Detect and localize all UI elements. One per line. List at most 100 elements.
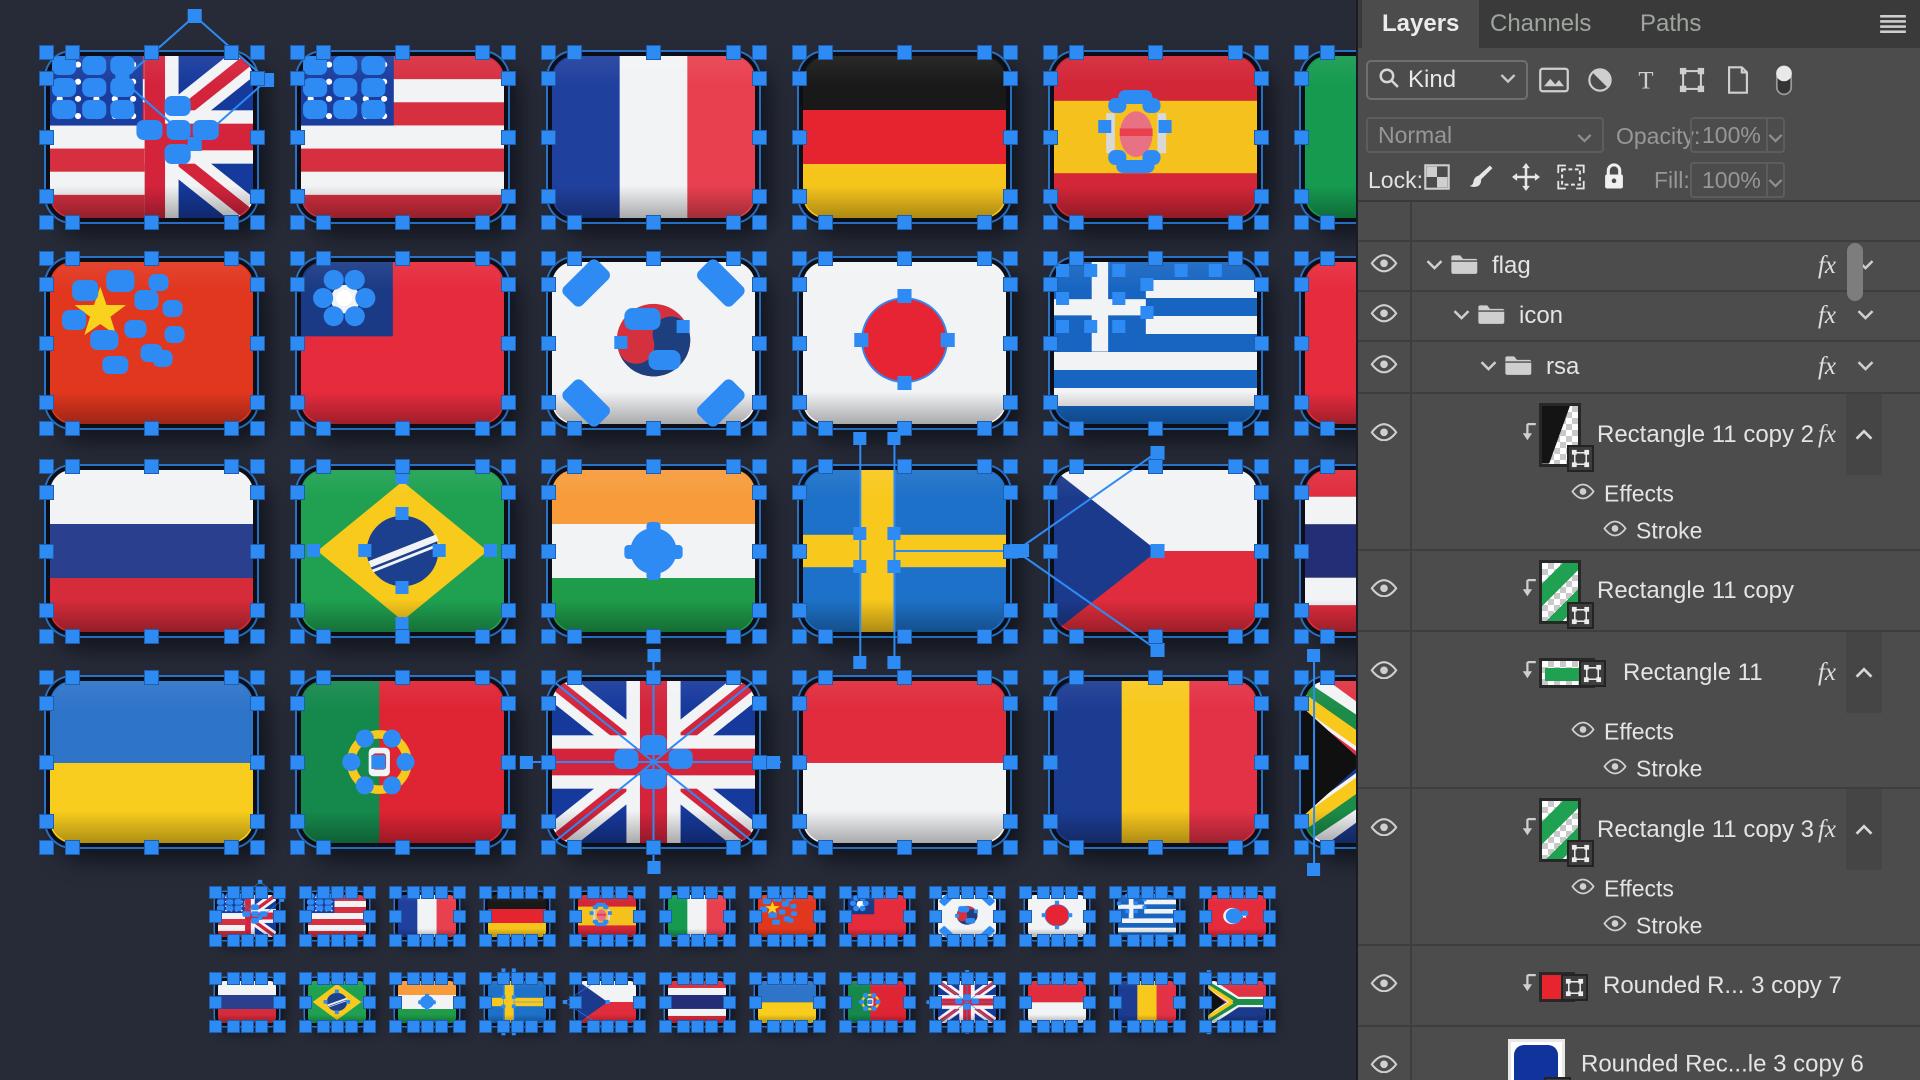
selection-handle[interactable] xyxy=(781,972,794,985)
selection-handle[interactable] xyxy=(389,972,402,985)
layer-effect-row-stroke[interactable]: Stroke xyxy=(1358,751,1920,789)
selection-handle[interactable] xyxy=(977,670,992,685)
selection-handle[interactable] xyxy=(541,71,556,86)
selection-handle[interactable] xyxy=(1254,485,1269,500)
selection-handle[interactable] xyxy=(1254,421,1269,436)
selection-handle[interactable] xyxy=(1003,336,1018,351)
selection-handle[interactable] xyxy=(567,459,582,474)
selection-handle[interactable] xyxy=(993,886,1006,899)
selection-handle[interactable] xyxy=(453,910,466,923)
selection-handle[interactable] xyxy=(1043,755,1058,770)
selection-handle[interactable] xyxy=(646,45,661,60)
selection-handle[interactable] xyxy=(1294,544,1309,559)
selection-handle[interactable] xyxy=(726,840,741,855)
selection-handle[interactable] xyxy=(1109,886,1122,899)
selection-handle[interactable] xyxy=(1199,996,1212,1009)
tab-layers[interactable]: Layers xyxy=(1362,0,1479,48)
flag-tile-es[interactable] xyxy=(1050,52,1261,222)
selection-handle[interactable] xyxy=(795,934,808,947)
selection-handle[interactable] xyxy=(792,395,807,410)
selection-handle[interactable] xyxy=(479,1020,492,1033)
visibility-toggle-icon[interactable] xyxy=(1602,520,1628,541)
layer-effects-badge[interactable]: fx xyxy=(1818,816,1836,844)
selection-handle[interactable] xyxy=(1003,485,1018,500)
selection-handle[interactable] xyxy=(1294,130,1309,145)
selection-handle[interactable] xyxy=(569,934,582,947)
layer-row-rounded-r-3-copy-7[interactable]: Rounded R... 3 copy 7 xyxy=(1358,946,1920,1027)
selection-handle[interactable] xyxy=(475,629,490,644)
selection-handle[interactable] xyxy=(1083,886,1096,899)
layer-effects-badge[interactable]: fx xyxy=(1818,353,1836,381)
shape-filter-icon[interactable] xyxy=(1676,60,1708,100)
selection-handle[interactable] xyxy=(543,972,556,985)
selection-handle[interactable] xyxy=(818,421,833,436)
selection-handle[interactable] xyxy=(749,1020,762,1033)
selection-handle[interactable] xyxy=(1148,45,1163,60)
selection-handle[interactable] xyxy=(1003,45,1018,60)
selection-handle[interactable] xyxy=(395,215,410,230)
selection-handle[interactable] xyxy=(1294,71,1309,86)
selection-handle[interactable] xyxy=(1109,996,1122,1009)
selection-handle[interactable] xyxy=(1254,71,1269,86)
selection-handle[interactable] xyxy=(1127,886,1140,899)
selection-handle[interactable] xyxy=(705,934,718,947)
selection-handle[interactable] xyxy=(1245,972,1258,985)
selection-handle[interactable] xyxy=(646,670,661,685)
selection-handle[interactable] xyxy=(290,336,305,351)
layer-row-rectangle-11[interactable]: Rectangle 11fx xyxy=(1358,632,1920,713)
selection-handle[interactable] xyxy=(726,670,741,685)
selection-handle[interactable] xyxy=(255,886,268,899)
selection-handle[interactable] xyxy=(691,886,704,899)
selection-handle[interactable] xyxy=(792,544,807,559)
selection-handle[interactable] xyxy=(1294,629,1309,644)
selection-handle[interactable] xyxy=(1245,886,1258,899)
flag-tile-ro[interactable] xyxy=(1050,677,1261,847)
selection-handle[interactable] xyxy=(1199,934,1212,947)
selection-handle[interactable] xyxy=(395,670,410,685)
selection-handle[interactable] xyxy=(317,1020,330,1033)
selection-handle[interactable] xyxy=(1083,972,1096,985)
selection-handle[interactable] xyxy=(250,251,265,266)
selection-handle[interactable] xyxy=(395,251,410,266)
flag-tile-cn[interactable] xyxy=(46,258,257,428)
selection-handle[interactable] xyxy=(818,459,833,474)
selection-handle[interactable] xyxy=(961,886,974,899)
selection-handle[interactable] xyxy=(501,71,516,86)
selection-handle[interactable] xyxy=(723,996,736,1009)
selection-handle[interactable] xyxy=(947,886,960,899)
selection-handle[interactable] xyxy=(897,215,912,230)
selection-handle[interactable] xyxy=(1254,277,1269,292)
selection-handle[interactable] xyxy=(407,886,420,899)
selection-handle[interactable] xyxy=(39,459,54,474)
selection-handle[interactable] xyxy=(1043,670,1058,685)
selection-handle[interactable] xyxy=(299,910,312,923)
selection-handle[interactable] xyxy=(501,840,516,855)
visibility-toggle-icon[interactable] xyxy=(1570,878,1596,899)
selection-handle[interactable] xyxy=(543,886,556,899)
selection-handle[interactable] xyxy=(1263,996,1276,1009)
selection-handle[interactable] xyxy=(290,421,305,436)
selection-handle[interactable] xyxy=(1155,934,1168,947)
selection-handle[interactable] xyxy=(691,1020,704,1033)
selection-handle[interactable] xyxy=(290,395,305,410)
flag-tile-ukus[interactable] xyxy=(46,52,257,222)
selection-handle[interactable] xyxy=(1051,972,1064,985)
selection-handle[interactable] xyxy=(290,71,305,86)
selection-handle[interactable] xyxy=(1003,277,1018,292)
selection-handle[interactable] xyxy=(795,886,808,899)
selection-handle[interactable] xyxy=(39,189,54,204)
selection-handle[interactable] xyxy=(633,934,646,947)
selection-handle[interactable] xyxy=(290,130,305,145)
selection-handle[interactable] xyxy=(633,886,646,899)
selection-handle[interactable] xyxy=(39,814,54,829)
selection-handle[interactable] xyxy=(601,886,614,899)
selection-handle[interactable] xyxy=(752,459,767,474)
selection-handle[interactable] xyxy=(501,421,516,436)
flag-tile-cn[interactable] xyxy=(755,892,819,940)
selection-handle[interactable] xyxy=(407,934,420,947)
selection-handle[interactable] xyxy=(1051,934,1064,947)
selection-handle[interactable] xyxy=(299,996,312,1009)
selection-handle[interactable] xyxy=(250,603,265,618)
flag-tile-cz[interactable] xyxy=(1050,466,1261,636)
selection-handle[interactable] xyxy=(1254,603,1269,618)
